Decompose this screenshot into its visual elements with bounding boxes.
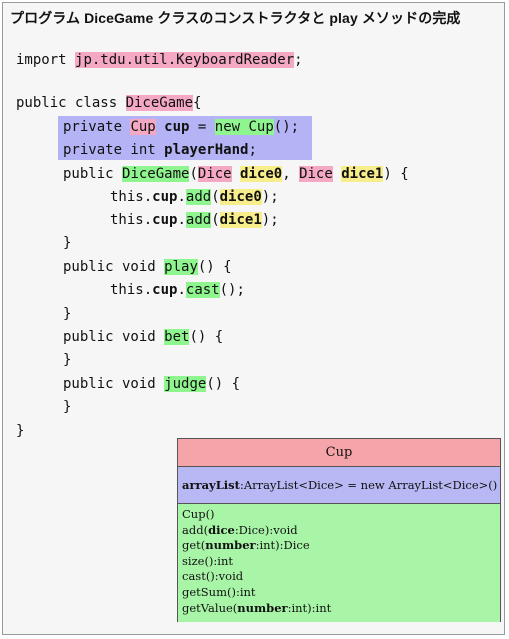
semicolon: ; (294, 52, 303, 68)
public-void-keyword: public void (63, 329, 165, 345)
code-line-close-class: } (16, 422, 24, 440)
assign-operator: = (189, 119, 215, 135)
brace-close: } (63, 235, 72, 251)
play-method-name: play (164, 259, 198, 275)
dice-type-1: Dice (299, 166, 333, 182)
public-void-keyword: public void (63, 259, 165, 275)
param-dice0: dice0 (240, 166, 283, 182)
brace-close: } (16, 423, 25, 439)
this-keyword: this. (110, 282, 153, 298)
op-text: getValue( (182, 600, 238, 615)
code-line-close-ctor: } (63, 234, 71, 252)
code-line-cast: this.cup.cast(); (110, 282, 245, 298)
cup-type: Cup (130, 119, 156, 135)
brace-close: } (63, 352, 72, 368)
uml-op-add: add(dice:Dice):void (182, 523, 496, 539)
arg-dice0: dice0 (219, 189, 262, 205)
cast-call: cast (185, 282, 220, 298)
op-param: number (237, 600, 288, 615)
uml-class-diagram-cup: Cup arrayList:ArrayList<Dice> = new Arra… (177, 438, 501, 622)
op-param: number (205, 538, 256, 553)
player-hand-variable: playerHand (164, 142, 249, 158)
code-line-import: import jp.tdu.util.KeyboardReader; (16, 51, 303, 69)
constructor-name: DiceGame (122, 166, 190, 182)
import-package: jp.tdu.util.KeyboardReader (75, 52, 295, 68)
import-keyword: import (16, 52, 76, 68)
code-line-close-judge: } (63, 398, 71, 416)
public-keyword: public (63, 166, 123, 182)
op-text: add( (182, 522, 209, 537)
class-name: DiceGame (125, 95, 194, 111)
op-param: dice (208, 522, 235, 537)
code-line-close-play: } (63, 305, 71, 323)
op-text: :int):Dice (255, 538, 310, 553)
parens-semicolon: (); (273, 119, 300, 135)
code-line-close-bet: } (63, 351, 71, 369)
judge-method-name: judge (164, 376, 207, 392)
brace-open: { (193, 95, 202, 111)
code-line-class-decl: public class DiceGame{ (16, 94, 201, 112)
uml-op-get: get(number:int):Dice (182, 538, 496, 554)
uml-op-cast: cast():void (182, 569, 244, 584)
public-void-keyword: public void (63, 376, 165, 392)
uml-op-cup: Cup() (182, 507, 215, 521)
uml-attr-type: :ArrayList<Dice> = new ArrayList<Dice>() (239, 478, 498, 492)
param-dice1: dice1 (341, 166, 384, 182)
cup-variable: cup (164, 119, 190, 135)
code-line-cup-field: private Cup cup = new Cup(); (63, 118, 299, 136)
cup-ref: cup (152, 212, 178, 228)
uml-op-size: size():int (182, 553, 233, 568)
uml-operations: Cup() add(dice:Dice):void get(number:int… (178, 504, 500, 622)
uml-attr-name: arrayList (182, 478, 240, 492)
uml-attributes: arrayList:ArrayList<Dice> = new ArrayLis… (178, 467, 500, 504)
private-int-keyword: private int (63, 142, 165, 158)
code-line-playerhand-field: private int playerHand; (63, 141, 257, 159)
public-class-keyword: public class (16, 95, 126, 111)
bet-method-name: bet (164, 329, 190, 345)
add-call: add (185, 189, 212, 205)
uml-op-getsum: getSum():int (182, 584, 256, 599)
cup-ref: cup (152, 189, 178, 205)
code-line-play-decl: public void play() { (63, 259, 232, 275)
this-keyword: this. (110, 212, 153, 228)
brace-close: } (63, 306, 72, 322)
code-line-add-dice0: this.cup.add(dice0); (110, 189, 279, 205)
this-keyword: this. (110, 189, 153, 205)
exercise-title: プログラム DiceGame クラスのコンストラクタと play メソッドの完成 (10, 10, 461, 26)
brace-close: } (63, 399, 72, 415)
op-text: :int):int (287, 600, 332, 615)
code-line-add-dice1: this.cup.add(dice1); (110, 212, 279, 228)
uml-class-name: Cup (178, 439, 500, 467)
code-line-constructor: public DiceGame(Dice dice0, Dice dice1) … (63, 166, 409, 182)
new-cup-expression: new Cup (214, 119, 274, 135)
add-call: add (185, 212, 212, 228)
uml-op-getvalue: getValue(number:int):int (182, 601, 496, 617)
code-line-judge-decl: public void judge() { (63, 376, 241, 392)
op-text: :Dice):void (234, 522, 298, 537)
op-text: get( (182, 538, 206, 553)
private-keyword: private (63, 119, 131, 135)
arg-dice1: dice1 (219, 212, 262, 228)
cup-ref: cup (152, 282, 178, 298)
dice-type-0: Dice (197, 166, 232, 182)
semicolon: ; (248, 142, 257, 158)
code-line-bet-decl: public void bet() { (63, 329, 224, 345)
